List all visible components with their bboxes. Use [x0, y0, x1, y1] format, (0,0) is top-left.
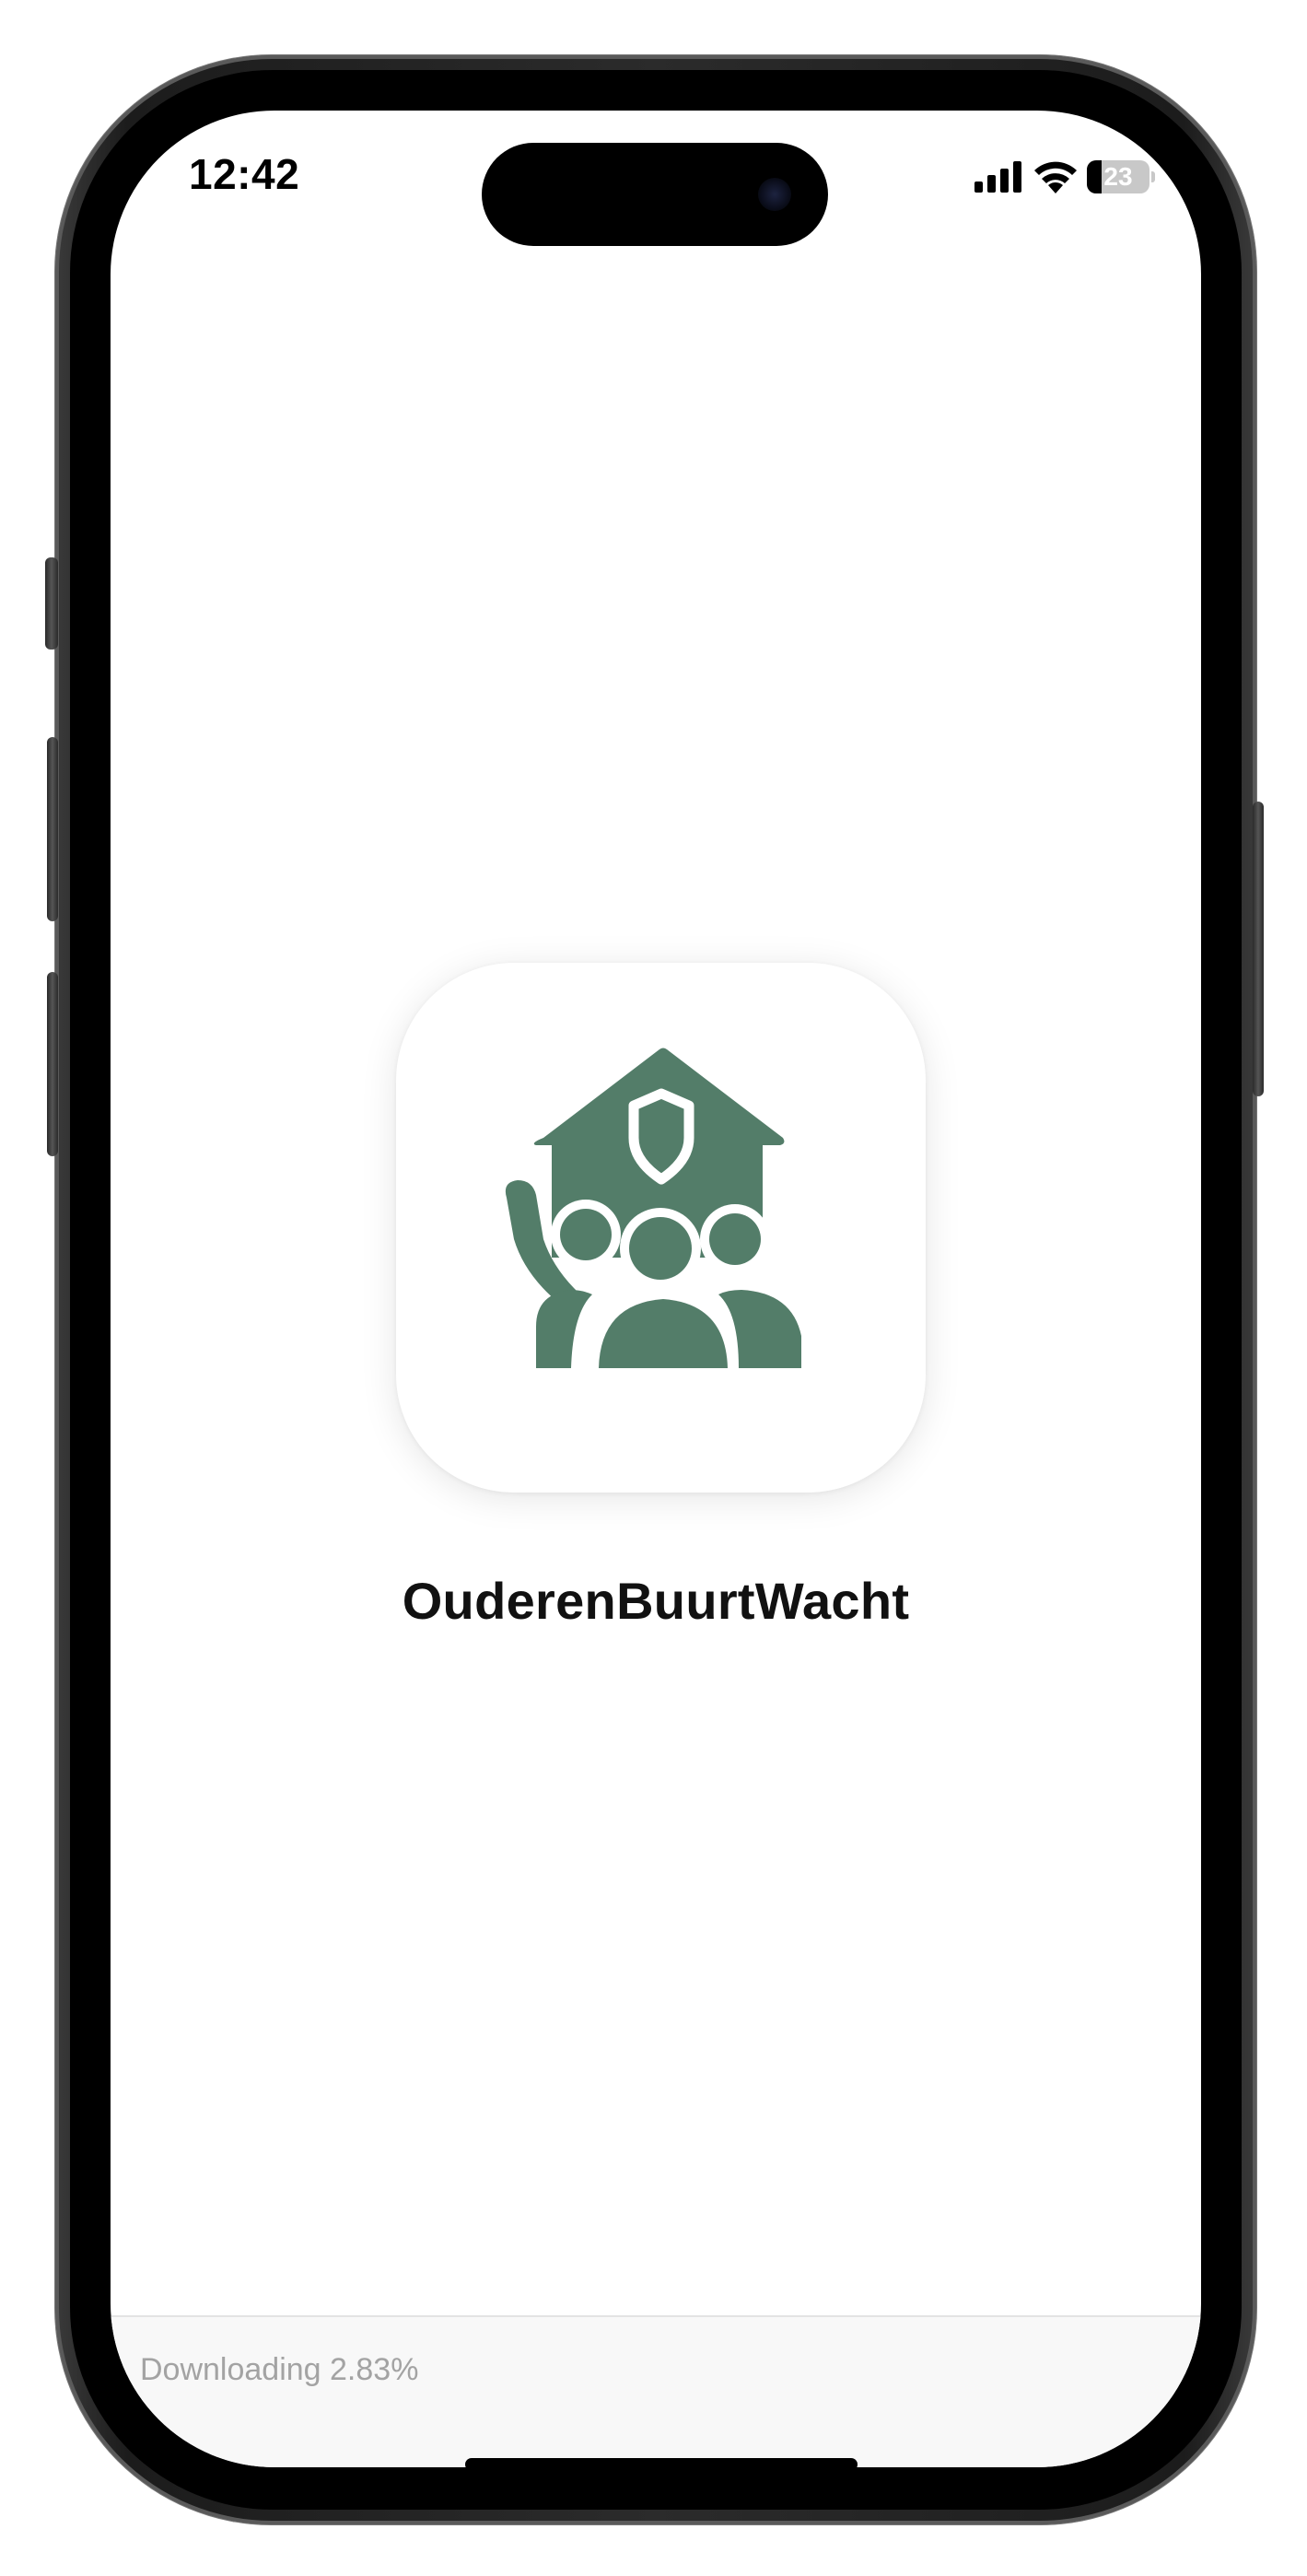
status-time: 12:42 [189, 150, 300, 198]
cellular-signal-icon [974, 161, 1021, 193]
status-indicators: 23 [974, 158, 1155, 195]
app-icon [396, 963, 926, 1493]
volume-down-button [47, 972, 58, 1156]
volume-up-button [47, 737, 58, 921]
action-button [45, 557, 58, 650]
wifi-icon [1034, 161, 1077, 193]
power-button [1253, 802, 1264, 1096]
home-indicator[interactable] [465, 2458, 858, 2467]
download-status-bar: Downloading 2.83% [111, 2315, 1201, 2467]
battery-icon: 23 [1087, 160, 1155, 193]
download-status-text: Downloading 2.83% [140, 2352, 419, 2387]
front-camera [758, 178, 791, 211]
dynamic-island [482, 143, 828, 246]
screen: 12:42 23 OuderenBuurtWacht Downloading 2… [111, 111, 1201, 2467]
house-shield-people-icon [505, 1048, 801, 1368]
battery-level: 23 [1103, 162, 1133, 191]
app-name: OuderenBuurtWacht [402, 1572, 910, 1630]
